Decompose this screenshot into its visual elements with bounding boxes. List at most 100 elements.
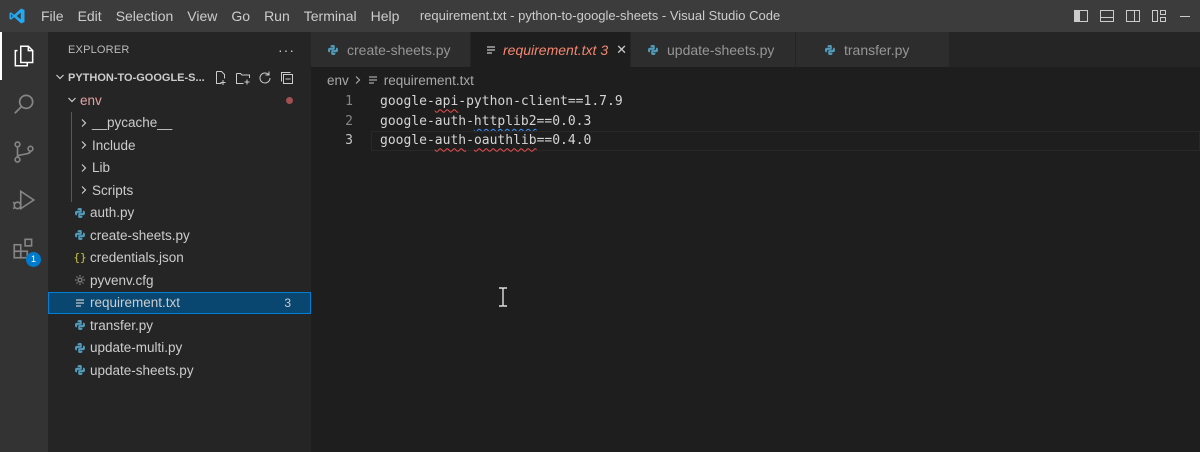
tree-file-pyvenv[interactable]: pyvenv.cfg	[48, 269, 311, 292]
tree-item-label: Scripts	[92, 182, 134, 198]
chevron-right-icon	[353, 73, 363, 88]
tab-create-sheets[interactable]: create-sheets.py	[311, 32, 471, 67]
menu-file[interactable]: File	[34, 0, 71, 32]
tree-item-label: update-sheets.py	[90, 362, 194, 378]
tree-item-label: requirement.txt	[90, 295, 181, 311]
python-file-icon	[72, 319, 88, 331]
tree-folder-env[interactable]: env	[48, 89, 311, 112]
tree-file-auth[interactable]: auth.py	[48, 202, 311, 225]
tree-folder-scripts[interactable]: Scripts	[48, 179, 311, 202]
chevron-right-icon	[76, 140, 92, 150]
tree-item-label: Lib	[92, 160, 111, 176]
extensions-icon[interactable]: 1	[0, 224, 48, 272]
chevron-down-icon	[64, 95, 80, 105]
source-control-icon[interactable]	[0, 128, 48, 176]
line-number: 1	[345, 94, 353, 110]
python-file-icon	[72, 207, 88, 219]
explorer-icon[interactable]	[0, 32, 48, 80]
toggle-panel-icon[interactable]	[1098, 7, 1116, 25]
tab-label: requirement.txt	[503, 41, 597, 58]
refresh-icon[interactable]	[257, 70, 273, 86]
layout-controls	[1072, 0, 1200, 32]
menu-terminal[interactable]: Terminal	[297, 0, 364, 32]
menu-go[interactable]: Go	[224, 0, 257, 32]
tab-label: create-sheets.py	[347, 41, 451, 58]
vscode-logo-icon	[0, 0, 34, 32]
tree-item-label: update-multi.py	[90, 340, 183, 356]
workspace-section-header[interactable]: PYTHON-TO-GOOGLE-S...	[48, 67, 311, 89]
tree-item-label: env	[80, 92, 102, 108]
text-cursor-icon	[497, 287, 509, 307]
text-file-icon	[367, 74, 379, 86]
line-text: google-auth-oauthlib==0.4.0	[380, 133, 592, 149]
tree-file-credentials[interactable]: {} credentials.json	[48, 247, 311, 270]
menu-view[interactable]: View	[180, 0, 224, 32]
python-file-icon	[72, 229, 88, 241]
collapse-all-icon[interactable]	[279, 70, 295, 86]
tab-transfer[interactable]: transfer.py	[796, 32, 950, 67]
tree-file-update-multi[interactable]: update-multi.py	[48, 337, 311, 360]
activity-bar: 1	[0, 32, 48, 452]
more-actions-button[interactable]: ···	[278, 42, 295, 58]
line-text: google-auth-httplib2==0.0.3	[380, 113, 592, 129]
line-number: 2	[345, 113, 353, 129]
explorer-title: EXPLORER	[68, 43, 130, 56]
text-file-icon	[72, 297, 88, 309]
menu-edit[interactable]: Edit	[71, 0, 109, 32]
toggle-secondary-sidebar-icon[interactable]	[1124, 7, 1142, 25]
title-bar: File Edit Selection View Go Run Terminal…	[0, 0, 1200, 32]
indent-guide	[71, 156, 72, 179]
code-line[interactable]: 2 google-auth-httplib2==0.0.3	[311, 112, 1200, 132]
tree-folder-pycache[interactable]: __pycache__	[48, 111, 311, 134]
tree-file-update-sheets[interactable]: update-sheets.py	[48, 359, 311, 382]
tree-folder-include[interactable]: Include	[48, 134, 311, 157]
menu-help[interactable]: Help	[364, 0, 407, 32]
problem-count-badge: 3	[284, 295, 291, 310]
tree-folder-lib[interactable]: Lib	[48, 156, 311, 179]
tree-item-label: auth.py	[90, 205, 135, 221]
python-file-icon	[645, 44, 661, 56]
chevron-right-icon	[76, 185, 92, 195]
tree-item-label: credentials.json	[90, 250, 184, 266]
breadcrumb-file[interactable]: requirement.txt	[384, 73, 474, 88]
close-icon[interactable]: ✕	[616, 42, 627, 58]
tab-requirement[interactable]: requirement.txt 3 ✕	[471, 32, 631, 67]
code-line[interactable]: 1 google-api-python-client==1.7.9	[311, 92, 1200, 112]
new-folder-icon[interactable]	[235, 70, 251, 86]
file-tree: env __pycache__ Include Lib Scripts auth…	[48, 89, 311, 382]
menu-selection[interactable]: Selection	[109, 0, 181, 32]
chevron-right-icon	[76, 118, 92, 128]
menu-run[interactable]: Run	[257, 0, 297, 32]
chevron-down-icon	[52, 72, 68, 85]
tree-file-requirement[interactable]: requirement.txt 3	[48, 291, 311, 314]
customize-layout-icon[interactable]	[1150, 7, 1168, 25]
tree-item-label: pyvenv.cfg	[90, 272, 154, 288]
line-text: google-api-python-client==1.7.9	[380, 94, 623, 110]
line-number: 3	[345, 133, 353, 149]
tree-file-create-sheets[interactable]: create-sheets.py	[48, 224, 311, 247]
new-file-icon[interactable]	[213, 70, 229, 86]
tab-label: transfer.py	[844, 41, 910, 58]
tab-update-sheets[interactable]: update-sheets.py	[631, 32, 796, 67]
tab-label: update-sheets.py	[667, 41, 775, 58]
code-line-current[interactable]: 3 google-auth-oauthlib==0.4.0	[311, 131, 1200, 151]
python-file-icon	[325, 44, 341, 56]
editor-tabs: create-sheets.py requirement.txt 3 ✕ upd…	[311, 32, 1200, 67]
breadcrumb-folder[interactable]: env	[327, 73, 349, 88]
json-file-icon: {}	[73, 251, 87, 265]
workspace-title: PYTHON-TO-GOOGLE-S...	[68, 72, 205, 84]
tree-item-label: create-sheets.py	[90, 227, 190, 243]
indent-guide	[71, 111, 72, 134]
breadcrumb: env requirement.txt	[327, 69, 474, 91]
run-debug-icon[interactable]	[0, 176, 48, 224]
code-editor[interactable]: 1 google-api-python-client==1.7.9 2 goog…	[311, 92, 1200, 151]
indent-guide	[71, 179, 72, 202]
gear-icon	[72, 274, 88, 286]
search-icon[interactable]	[0, 80, 48, 128]
chevron-right-icon	[76, 163, 92, 173]
tree-file-transfer[interactable]: transfer.py	[48, 314, 311, 337]
toggle-sidebar-icon[interactable]	[1072, 7, 1090, 25]
extensions-badge: 1	[26, 252, 41, 267]
tree-item-label: Include	[92, 137, 136, 153]
minimize-icon[interactable]	[1176, 7, 1194, 25]
